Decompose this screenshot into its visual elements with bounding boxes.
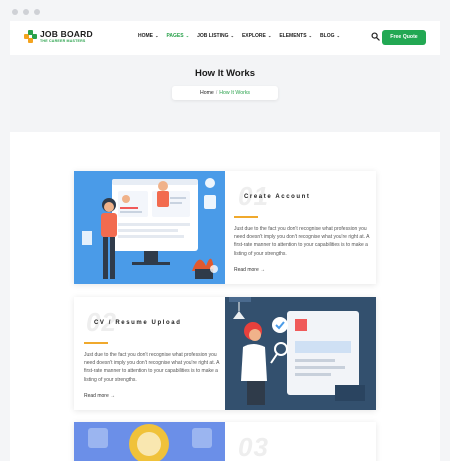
window-dot	[12, 9, 18, 15]
step-card-2: 02 CV / Resume Upload Just due to the fa…	[74, 297, 376, 410]
nav-item-elements[interactable]: ELEMENTS ⌄	[279, 33, 312, 39]
nav-item-blog[interactable]: BLOG ⌄	[320, 33, 340, 39]
search-icon[interactable]	[371, 32, 380, 41]
page-hero: How It Works Home / How It Works	[10, 55, 440, 132]
chevron-down-icon: ⌄	[154, 33, 159, 38]
breadcrumb-current: How It Works	[219, 90, 251, 96]
logo-subtitle: THE CAREER MASTERS	[40, 38, 86, 43]
step-description: Just due to the fact you don't recognise…	[84, 352, 220, 383]
nav-item-home[interactable]: HOME ⌄	[138, 33, 158, 39]
chevron-down-icon: ⌄	[307, 33, 313, 38]
arrow-right-icon: →	[110, 393, 116, 399]
step-description: Just due to the fact you don't recognise…	[234, 226, 370, 257]
nav-item-job-listing[interactable]: JOB LISTING ⌄	[197, 33, 234, 39]
create-account-illustration	[74, 171, 225, 284]
arrow-right-icon: →	[260, 267, 266, 273]
free-quote-button[interactable]: Free Quote	[382, 30, 426, 45]
window-dots	[12, 9, 40, 15]
browser-frame: JOB BOARD THE CAREER MASTERS HOME ⌄ PAGE…	[10, 21, 440, 461]
step-3-illustration	[74, 422, 225, 461]
accent-divider	[84, 342, 108, 344]
window-dot	[23, 9, 29, 15]
step-card-3: 03	[74, 422, 376, 461]
step-title: CV / Resume Upload	[94, 320, 182, 326]
breadcrumb-home[interactable]: Home	[200, 90, 214, 96]
chevron-down-icon: ⌄	[266, 33, 272, 38]
accent-divider	[234, 216, 258, 218]
nav-item-pages[interactable]: PAGES ⌄	[166, 33, 189, 39]
breadcrumb: Home / How It Works	[172, 86, 278, 100]
nav-item-explore[interactable]: EXPLORE ⌄	[242, 33, 271, 39]
step-number: 03	[238, 432, 269, 461]
chevron-down-icon: ⌄	[184, 33, 190, 38]
read-more-link[interactable]: Read more →	[84, 393, 115, 399]
read-more-link[interactable]: Read more →	[234, 267, 265, 273]
logo[interactable]: JOB BOARD THE CAREER MASTERS	[24, 29, 93, 44]
logo-icon	[24, 30, 37, 44]
site-header: JOB BOARD THE CAREER MASTERS HOME ⌄ PAGE…	[10, 21, 440, 55]
main-nav: HOME ⌄ PAGES ⌄ JOB LISTING ⌄ EXPLORE ⌄ E…	[138, 33, 340, 39]
step-title: Create Account	[244, 194, 311, 200]
step-card-1: 01 Create Account Just due to the fact y…	[74, 171, 376, 284]
logo-title: JOB BOARD	[40, 29, 93, 39]
cv-upload-illustration	[225, 297, 376, 410]
chevron-down-icon: ⌄	[229, 33, 234, 38]
chevron-down-icon: ⌄	[335, 33, 340, 38]
window-dot	[34, 9, 40, 15]
breadcrumb-separator: /	[215, 90, 218, 96]
page-title: How It Works	[195, 68, 255, 79]
